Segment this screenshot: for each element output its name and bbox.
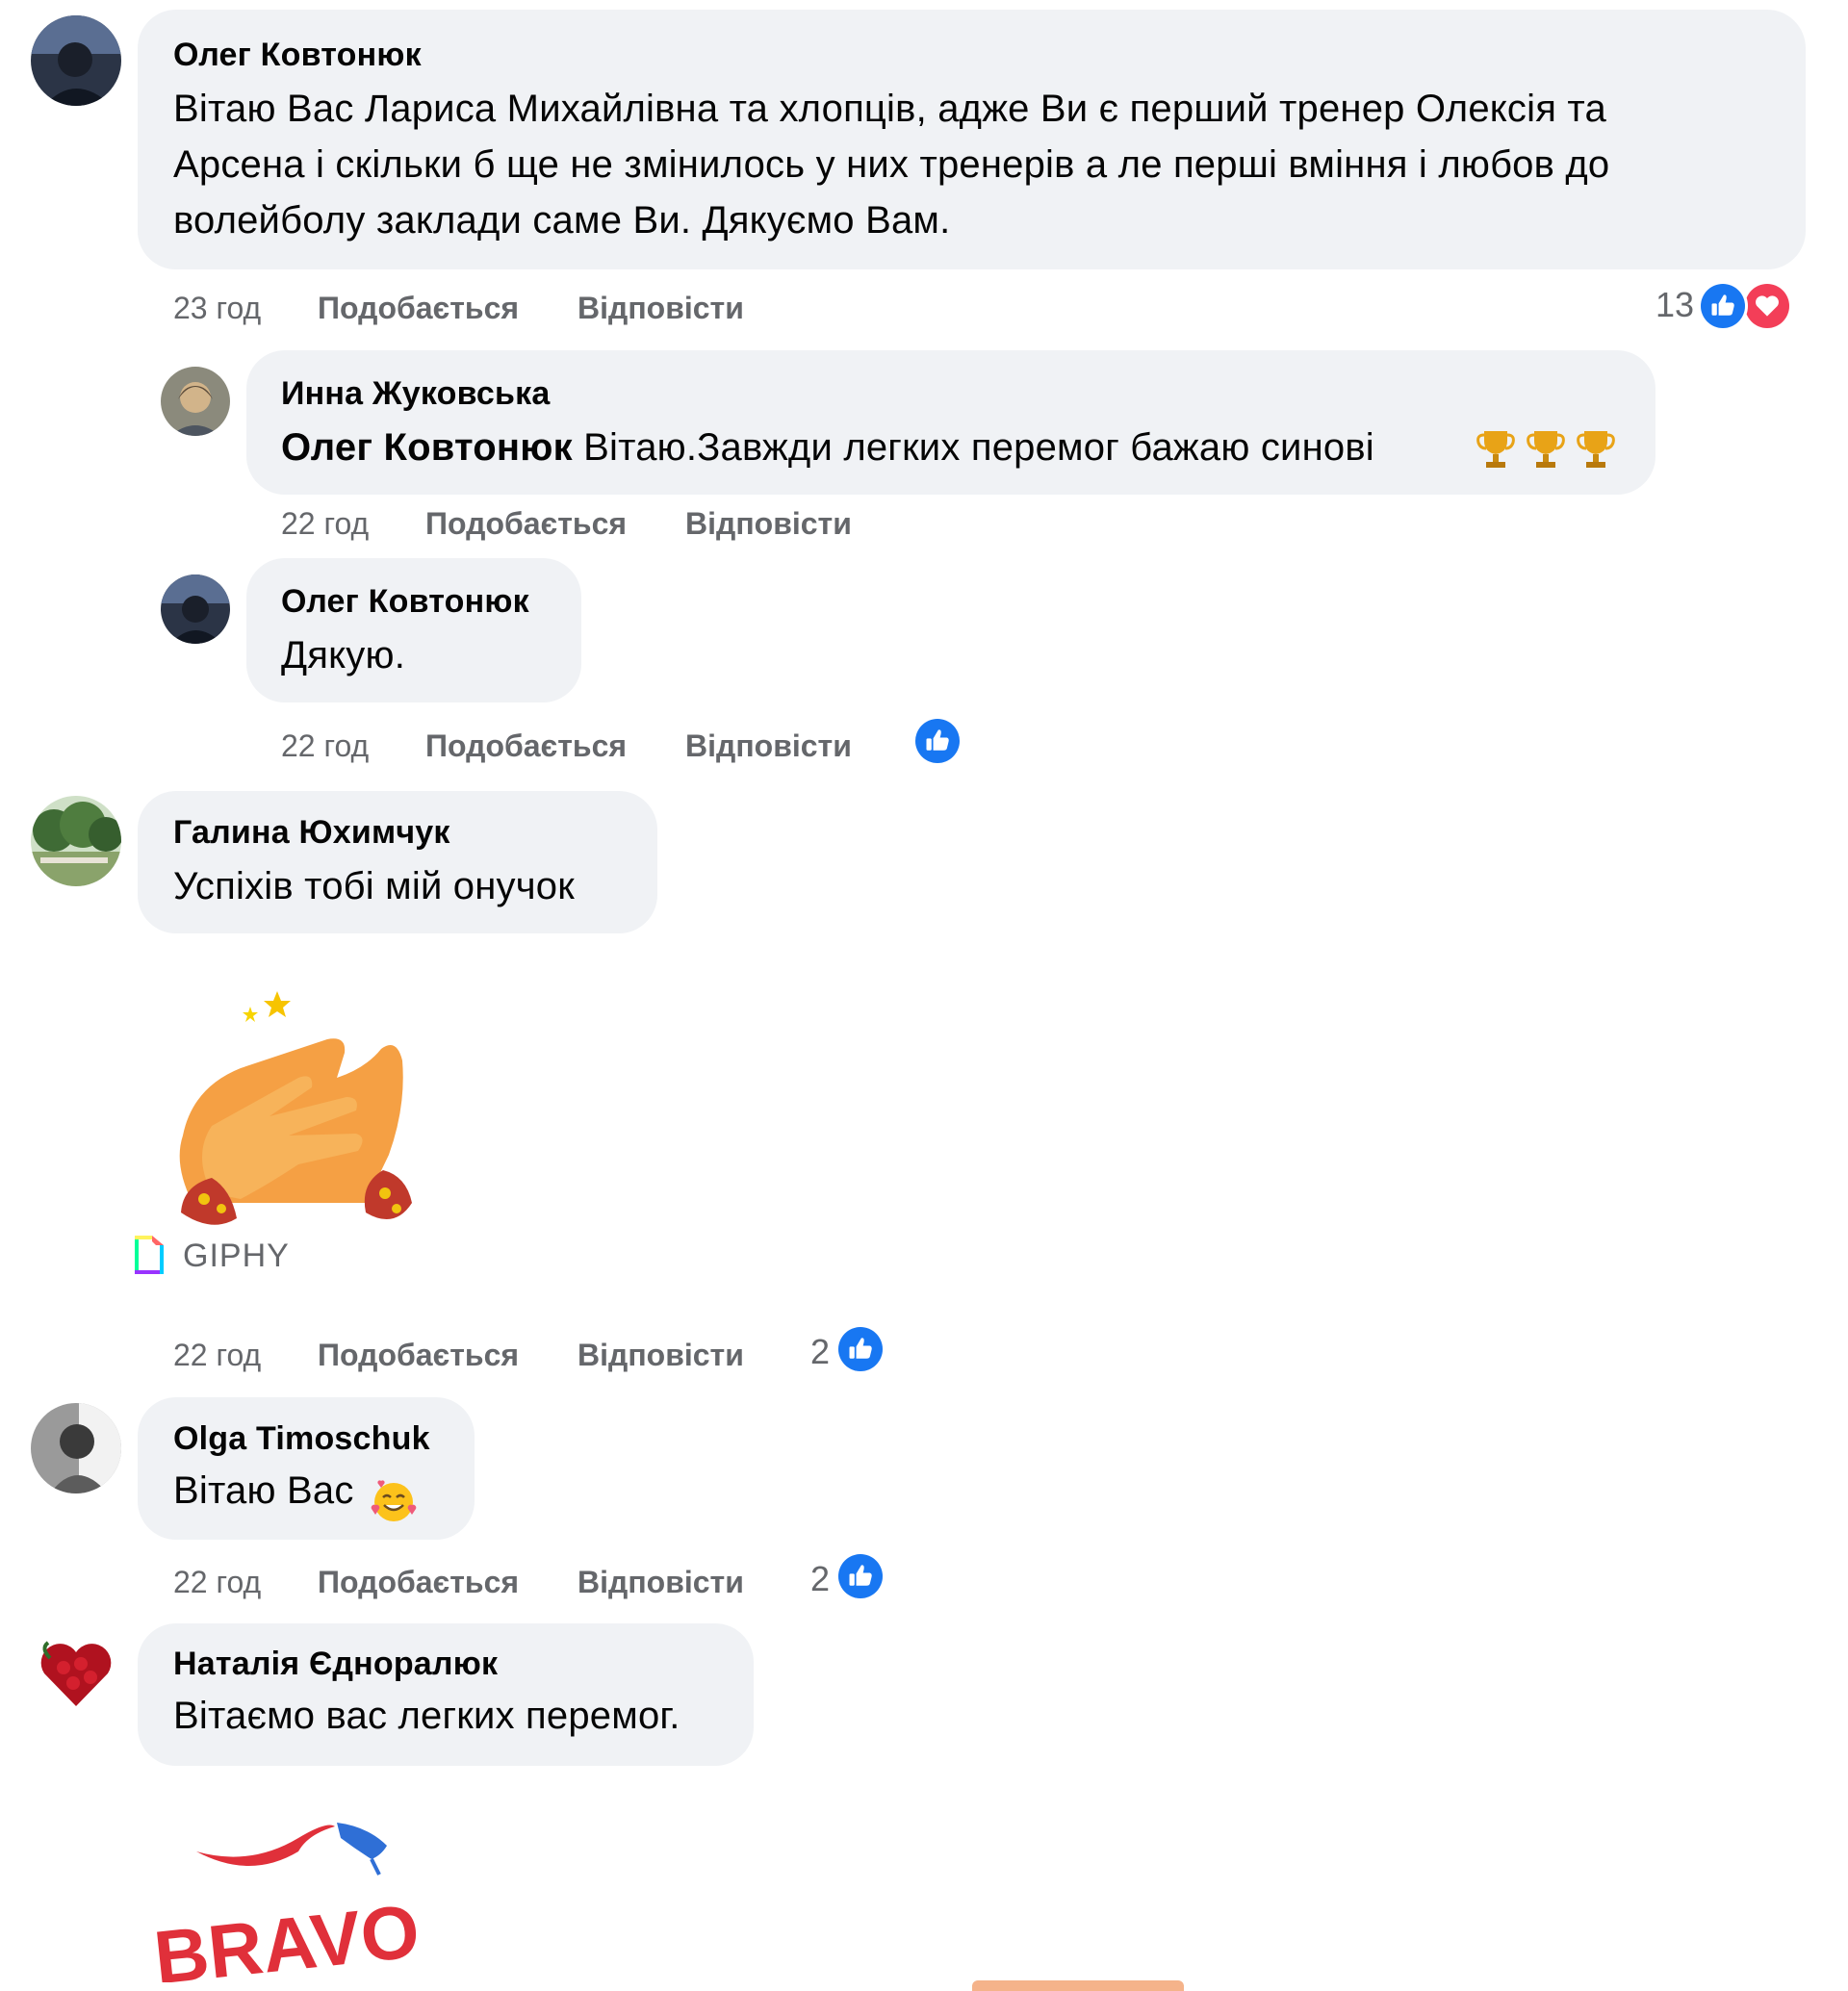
reaction-count[interactable]: 2 — [810, 1332, 830, 1372]
like-button[interactable]: Подобається — [425, 506, 627, 542]
like-button[interactable]: Подобається — [318, 1565, 519, 1600]
comment-text: Вітаю Вас Лариса Михайлівна та хлопців, … — [173, 88, 1606, 130]
reaction-count[interactable]: 13 — [1656, 285, 1694, 325]
comment-author[interactable]: Галина Юхимчук — [173, 814, 450, 852]
like-icon[interactable] — [835, 1551, 886, 1601]
smiling-face-with-hearts-icon — [370, 1476, 418, 1524]
love-icon[interactable] — [1742, 281, 1792, 331]
comment-text: Успіхів тобі мій онучок — [173, 865, 575, 907]
comment-time[interactable]: 22 год — [281, 728, 369, 764]
avatar[interactable] — [31, 796, 121, 886]
trophy-icon — [1475, 427, 1517, 470]
avatar[interactable] — [161, 367, 230, 436]
comment-text: Дякую. — [281, 634, 406, 676]
comment-author[interactable]: Наталія Єдноралюк — [173, 1646, 498, 1683]
comment-author[interactable]: Олег Ковтонюк — [173, 37, 422, 74]
comment-text: Вітаємо вас легких перемог. — [173, 1695, 680, 1737]
comment-author[interactable]: Инна Жуковська — [281, 375, 550, 413]
like-button[interactable]: Подобається — [425, 728, 627, 764]
trophy-icon — [1525, 427, 1567, 470]
avatar[interactable] — [31, 1403, 121, 1493]
giphy-label: GIPHY — [183, 1238, 290, 1274]
giphy-icon — [133, 1234, 166, 1276]
comment-text: Олег Ковтонюк Вітаю.Завжди легких перемо… — [281, 420, 1374, 475]
comment-text: волейболу заклади саме Ви. Дякуємо Вам. — [173, 199, 951, 242]
trophy-icon — [1575, 427, 1617, 470]
comment-time[interactable]: 22 год — [173, 1338, 261, 1373]
like-icon[interactable] — [835, 1324, 886, 1374]
reply-button[interactable]: Відповісти — [578, 1338, 744, 1373]
mention-link[interactable]: Олег Ковтонюк — [281, 426, 573, 469]
like-icon[interactable] — [1698, 281, 1748, 331]
scroll-indicator — [972, 1980, 1184, 1991]
like-icon[interactable] — [912, 716, 962, 766]
comment-text-body: Вітаю.Завжди легких перемог бажаю синові — [572, 426, 1374, 469]
clapping-hands-sticker[interactable] — [154, 972, 443, 1241]
reply-button[interactable]: Відповісти — [685, 506, 852, 542]
avatar[interactable] — [31, 1629, 121, 1720]
avatar[interactable] — [31, 15, 121, 106]
like-button[interactable]: Подобається — [318, 291, 519, 326]
reply-button[interactable]: Відповісти — [578, 291, 744, 326]
comment-time[interactable]: 22 год — [173, 1565, 261, 1600]
comment-text: Вітаю Вас — [173, 1469, 354, 1512]
like-button[interactable]: Подобається — [318, 1338, 519, 1373]
comment-time[interactable]: 22 год — [281, 506, 369, 542]
reply-button[interactable]: Відповісти — [578, 1565, 744, 1600]
comment-author[interactable]: Olga Timoschuk — [173, 1420, 430, 1458]
comment-text: Арсена і скільки б ще не змінилось у них… — [173, 143, 1610, 186]
avatar[interactable] — [161, 574, 230, 644]
comment-author[interactable]: Олег Ковтонюк — [281, 583, 529, 621]
comment-time[interactable]: 23 год — [173, 291, 261, 326]
reaction-count[interactable]: 2 — [810, 1559, 830, 1599]
bravo-sticker[interactable]: BRAVO — [144, 1800, 462, 1982]
reply-button[interactable]: Відповісти — [685, 728, 852, 764]
bravo-text: BRAVO — [150, 1888, 424, 1982]
